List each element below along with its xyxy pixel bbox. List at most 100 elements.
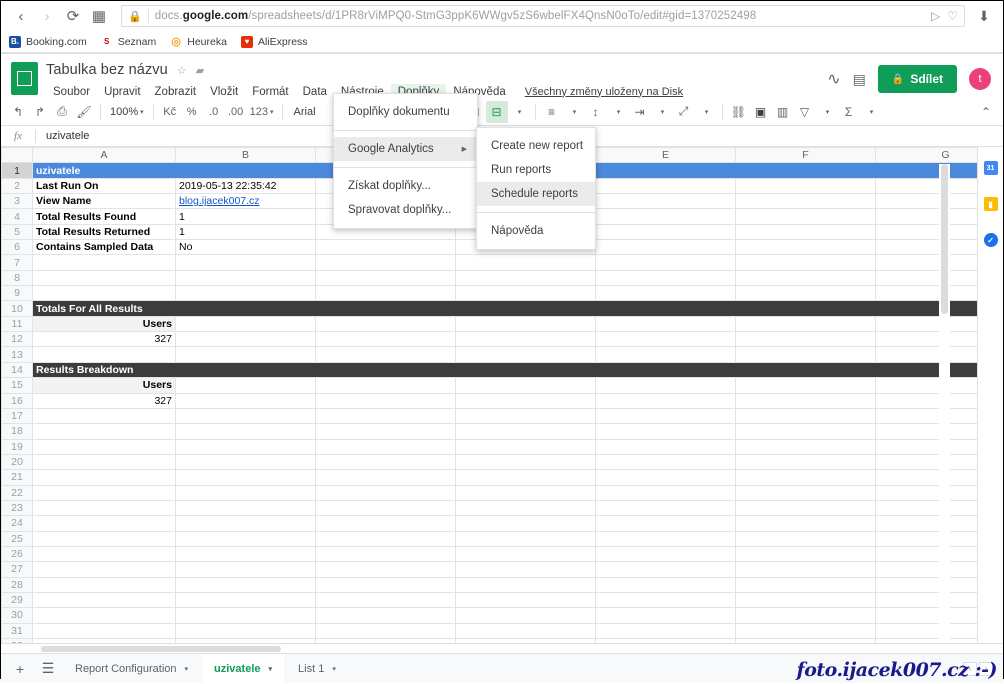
add-sheet-button[interactable]: + [7, 657, 33, 681]
row-header-27[interactable]: 27 [2, 562, 33, 577]
vertical-scroll-thumb[interactable] [941, 164, 948, 314]
cell[interactable] [596, 546, 736, 561]
cell[interactable] [176, 347, 316, 362]
menu-item-spravovat-dopl-ky[interactable]: Spravovat doplňky... [334, 198, 477, 222]
row-header-16[interactable]: 16 [2, 393, 33, 408]
cell[interactable]: Total Results Returned [33, 224, 176, 239]
cell[interactable] [33, 485, 176, 500]
cell[interactable] [876, 439, 978, 454]
bookmark-aliexpress[interactable]: ♥ AliExpress [241, 36, 308, 48]
bookmark-star-icon[interactable]: ♡ [947, 9, 958, 23]
cell[interactable] [736, 408, 876, 423]
cell[interactable] [736, 286, 876, 301]
cell[interactable] [456, 378, 596, 393]
menu-item-google-analytics[interactable]: Google Analytics▶ [334, 137, 477, 161]
submenu-item-create-new-report[interactable]: Create new report [477, 134, 595, 158]
cell[interactable] [876, 485, 978, 500]
row-header-2[interactable]: 2 [2, 178, 33, 193]
menu-item-dopl-ky-dokumentu[interactable]: Doplňky dokumentu [334, 100, 477, 124]
cell[interactable] [316, 332, 456, 347]
row-header-29[interactable]: 29 [2, 592, 33, 607]
cell[interactable] [456, 470, 596, 485]
cell[interactable] [876, 470, 978, 485]
paint-format-icon[interactable]: 🖌 [73, 101, 95, 123]
cell[interactable] [316, 454, 456, 469]
cell[interactable] [876, 454, 978, 469]
cell[interactable] [456, 424, 596, 439]
cell[interactable] [33, 577, 176, 592]
cell[interactable] [736, 209, 876, 224]
row-header-28[interactable]: 28 [2, 577, 33, 592]
chevron-down-icon[interactable]: ▾ [269, 665, 273, 673]
cell[interactable] [736, 194, 876, 209]
cell[interactable] [736, 608, 876, 623]
horizontal-align-icon[interactable]: ≡ [541, 101, 563, 123]
horizontal-scrollbar[interactable] [1, 644, 1003, 653]
cell[interactable] [456, 270, 596, 285]
cell[interactable] [596, 408, 736, 423]
cell[interactable]: 1 [176, 224, 316, 239]
submenu-item-run-reports[interactable]: Run reports [477, 158, 595, 182]
menu-item-z-skat-dopl-ky[interactable]: Získat doplňky... [334, 174, 477, 198]
cell[interactable] [316, 240, 456, 255]
cell[interactable] [736, 562, 876, 577]
cell[interactable] [316, 255, 456, 270]
cell[interactable] [876, 592, 978, 607]
column-header-b[interactable]: B [176, 148, 316, 163]
cell[interactable] [176, 623, 316, 638]
cell[interactable] [876, 393, 978, 408]
zoom-selector[interactable]: 100%▾ [106, 101, 148, 123]
cell[interactable] [596, 224, 736, 239]
avatar[interactable]: t [969, 68, 991, 90]
cell[interactable] [736, 470, 876, 485]
row-header-31[interactable]: 31 [2, 623, 33, 638]
cell[interactable]: Users [33, 316, 176, 331]
cell[interactable] [596, 516, 736, 531]
cell[interactable] [176, 270, 316, 285]
cell[interactable] [736, 224, 876, 239]
cell[interactable] [316, 546, 456, 561]
cell[interactable] [876, 639, 978, 644]
cell[interactable]: Users [33, 378, 176, 393]
cell[interactable] [736, 178, 876, 193]
column-header-a[interactable]: A [33, 148, 176, 163]
row-header-9[interactable]: 9 [2, 286, 33, 301]
cell[interactable] [316, 439, 456, 454]
cell[interactable] [456, 623, 596, 638]
bookmark-seznam[interactable]: S Seznam [101, 36, 157, 48]
row-header-5[interactable]: 5 [2, 224, 33, 239]
row-header-20[interactable]: 20 [2, 454, 33, 469]
row-header-12[interactable]: 12 [2, 332, 33, 347]
insert-link-icon[interactable]: ⛓ [728, 101, 750, 123]
cell[interactable] [596, 178, 736, 193]
cell[interactable] [316, 500, 456, 515]
cell[interactable]: Results Breakdown [33, 362, 978, 377]
cell[interactable] [596, 577, 736, 592]
cell[interactable] [456, 639, 596, 644]
cell[interactable] [736, 500, 876, 515]
cell[interactable] [456, 408, 596, 423]
comment-icon[interactable]: ▤ [853, 71, 866, 88]
cell[interactable] [33, 439, 176, 454]
cell[interactable] [316, 623, 456, 638]
cell[interactable] [456, 286, 596, 301]
row-header-21[interactable]: 21 [2, 470, 33, 485]
cell[interactable] [736, 546, 876, 561]
row-header-15[interactable]: 15 [2, 378, 33, 393]
cell[interactable] [596, 439, 736, 454]
row-header-23[interactable]: 23 [2, 500, 33, 515]
cell[interactable] [33, 408, 176, 423]
star-icon[interactable]: ☆ [177, 64, 187, 77]
row-header-1[interactable]: 1 [2, 163, 33, 178]
download-icon[interactable]: ⬇ [973, 5, 995, 27]
activity-icon[interactable]: ∿ [827, 69, 840, 89]
cell[interactable]: Last Run On [33, 178, 176, 193]
cell[interactable] [316, 531, 456, 546]
cell[interactable] [316, 286, 456, 301]
send-icon[interactable]: ▷ [931, 9, 940, 23]
row-header-7[interactable]: 7 [2, 255, 33, 270]
address-bar[interactable]: 🔒 docs.google.com/spreadsheets/d/1PR8rVi… [121, 5, 965, 27]
cell[interactable] [176, 439, 316, 454]
row-header-30[interactable]: 30 [2, 608, 33, 623]
align-chevron-icon[interactable]: ▾ [563, 101, 585, 123]
